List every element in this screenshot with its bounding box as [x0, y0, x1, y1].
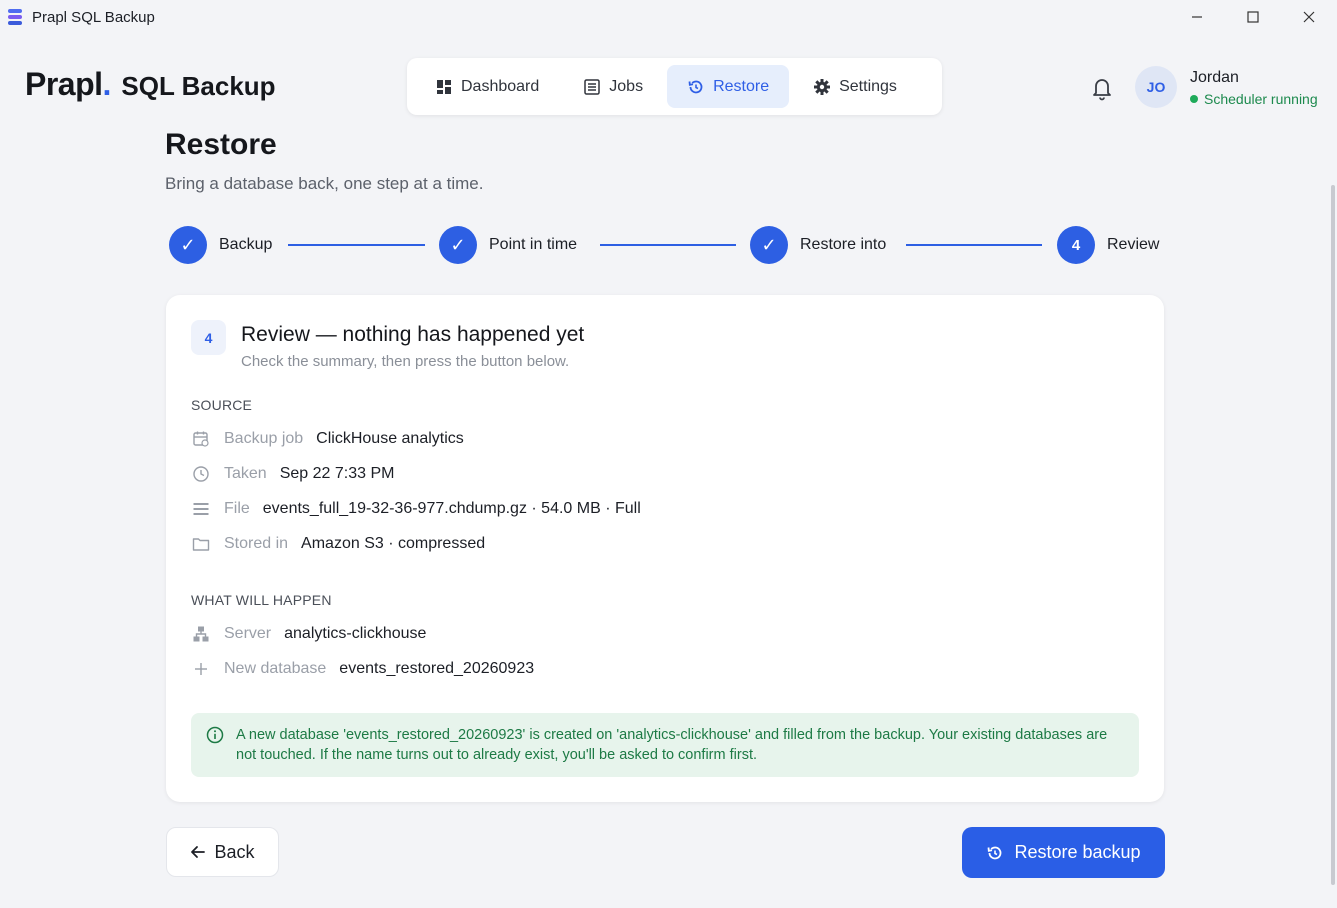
clock-icon [191, 464, 211, 484]
restore-backup-button[interactable]: Restore backup [962, 827, 1165, 878]
main-nav: Dashboard Jobs Restore Settings [407, 58, 942, 115]
close-icon [1303, 11, 1315, 23]
row-key: Server [224, 625, 272, 642]
avatar[interactable]: JO [1135, 66, 1177, 108]
step-review: 4 Review [1057, 226, 1159, 264]
row-value: ClickHouse analytics [316, 430, 464, 447]
back-button-label: Back [214, 841, 255, 862]
row-key: New database [224, 660, 327, 677]
review-title: Review — nothing has happened yet [241, 323, 585, 346]
page-subtitle: Bring a database back, one step at a tim… [165, 174, 484, 193]
server-hierarchy-icon [191, 624, 211, 644]
source-row-taken: Taken Sep 22 7:33 PM [191, 464, 394, 484]
user-name: Jordan [1190, 69, 1239, 86]
step-connector [288, 244, 425, 246]
close-window-button[interactable] [1281, 0, 1337, 34]
logo-dot: . [102, 66, 112, 102]
nav-settings[interactable]: Settings [793, 65, 917, 108]
row-key: File [224, 500, 250, 517]
bell-icon [1093, 79, 1111, 101]
page-title: Restore [165, 128, 277, 161]
step-restore-into[interactable]: ✓ Restore into [750, 226, 886, 264]
folder-icon [191, 534, 211, 554]
what-will-happen-label: WHAT WILL HAPPEN [191, 592, 332, 608]
window-title: Prapl SQL Backup [32, 8, 155, 26]
nav-jobs[interactable]: Jobs [563, 65, 663, 108]
plus-icon [191, 659, 211, 679]
restore-backup-label: Restore backup [1014, 842, 1141, 862]
maximize-button[interactable] [1225, 0, 1281, 34]
happen-row-new-database: New database events_restored_20260923 [191, 659, 534, 679]
restore-icon [988, 846, 1002, 859]
restore-notice-text: A new database 'events_restored_20260923… [236, 727, 1108, 763]
maximize-icon [1247, 11, 1259, 23]
list-icon [584, 78, 601, 95]
window-titlebar: Prapl SQL Backup [0, 0, 1337, 34]
step-check-icon: ✓ [439, 226, 477, 264]
step-backup[interactable]: ✓ Backup [169, 226, 272, 264]
step-connector [600, 244, 736, 246]
page-scrollbar[interactable] [1331, 185, 1335, 885]
dashboard-icon [437, 79, 451, 94]
nav-dashboard-label: Dashboard [461, 77, 540, 95]
nav-jobs-label: Jobs [609, 77, 644, 95]
notifications-button[interactable] [1090, 75, 1114, 106]
status-dot [1190, 95, 1198, 103]
logo-product: SQL Backup [121, 71, 276, 101]
row-value: Amazon S3 · compressed [301, 535, 486, 552]
step-label: Point in time [489, 236, 578, 253]
logo-brand: Prapl [25, 66, 103, 102]
source-row-stored-in: Stored in Amazon S3 · compressed [191, 534, 485, 554]
review-subtitle: Check the summary, then press the button… [241, 353, 570, 370]
minimize-icon [1192, 16, 1202, 18]
row-key: Backup job [224, 430, 304, 447]
scheduler-status-text: Scheduler running [1204, 91, 1318, 107]
happen-row-server: Server analytics-clickhouse [191, 624, 426, 644]
step-connector [906, 244, 1042, 246]
source-section-label: SOURCE [191, 397, 253, 413]
info-icon [206, 726, 224, 744]
step-label: Restore into [800, 236, 887, 253]
app-logo: Prapl. SQL Backup [25, 66, 276, 103]
step-label: Backup [219, 236, 273, 253]
step-label: Review [1107, 236, 1160, 253]
restore-notice: A new database 'events_restored_20260923… [191, 713, 1139, 777]
step-check-icon: ✓ [169, 226, 207, 264]
source-row-file: File events_full_19-32-36-977.chdump.gz … [191, 499, 641, 519]
review-step-badge: 4 [191, 320, 226, 355]
restore-icon [688, 80, 703, 93]
gear-icon [814, 78, 831, 95]
nav-dashboard[interactable]: Dashboard [415, 65, 559, 108]
nav-restore-label: Restore [713, 77, 770, 95]
minimize-button[interactable] [1169, 0, 1225, 34]
arrow-left-icon [191, 846, 206, 858]
nav-settings-label: Settings [839, 77, 897, 95]
row-key: Taken [224, 465, 267, 482]
step-number: 4 [1057, 226, 1095, 264]
row-key: Stored in [224, 535, 289, 552]
file-list-icon [191, 499, 211, 519]
step-point-in-time[interactable]: ✓ Point in time [439, 226, 577, 264]
row-value: events_restored_20260923 [339, 660, 535, 677]
row-value: analytics-clickhouse [284, 625, 427, 642]
scheduler-status: Scheduler running [1190, 91, 1318, 107]
calendar-icon [191, 429, 211, 449]
app-icon [8, 9, 22, 25]
step-check-icon: ✓ [750, 226, 788, 264]
row-value: Sep 22 7:33 PM [279, 465, 395, 482]
review-card: 4 Review — nothing has happened yet Chec… [166, 295, 1164, 802]
nav-restore[interactable]: Restore [667, 65, 790, 108]
back-button[interactable]: Back [166, 827, 279, 877]
source-row-backup-job: Backup job ClickHouse analytics [191, 429, 464, 449]
row-value: events_full_19-32-36-977.chdump.gz · 54.… [262, 500, 641, 517]
